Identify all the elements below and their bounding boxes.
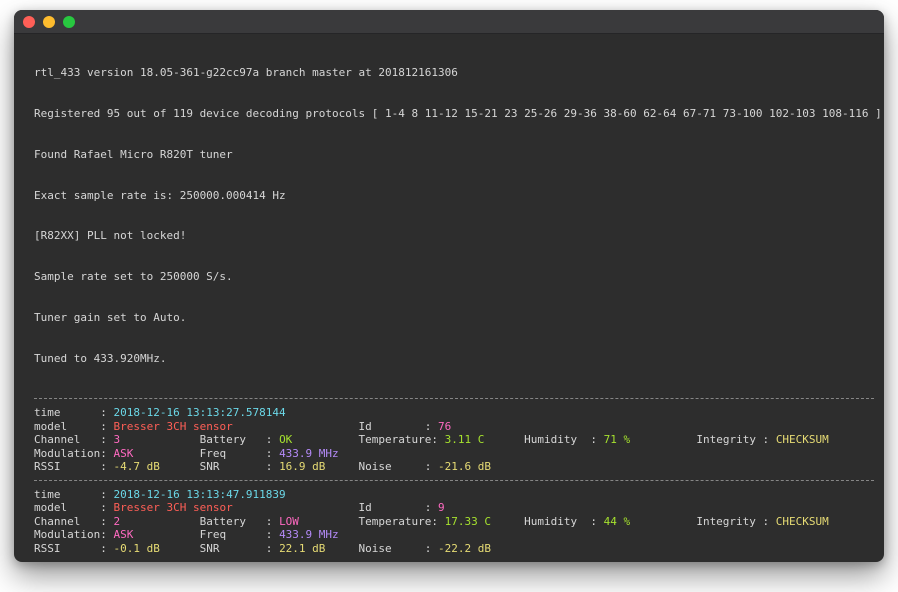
terminal-line: rtl_433 version 18.05-361-g22cc97a branc… [34, 66, 878, 80]
terminal-line: model : Bresser 3CH sensor Id : 9 [34, 501, 878, 515]
field-value: 433.9 MHz [279, 447, 339, 460]
field-value: Bresser 3CH sensor [113, 420, 232, 433]
field-label: Channel : [34, 515, 113, 528]
field-label: Humidity : [491, 515, 604, 528]
minimize-button[interactable] [43, 16, 55, 28]
record-separator [34, 392, 878, 406]
terminal-line: Tuned to 433.920MHz. [34, 352, 878, 366]
field-value: 71 % [604, 433, 631, 446]
terminal-line: Exact sample rate is: 250000.000414 Hz [34, 189, 878, 203]
field-label: Integrity : [630, 433, 776, 446]
field-value: OK [279, 433, 292, 446]
field-value: LOW [279, 515, 299, 528]
terminal-line: RSSI : -0.1 dB SNR : 22.1 dB Noise : -22… [34, 542, 878, 556]
field-label: RSSI : [34, 460, 113, 473]
field-label: Freq : [133, 528, 279, 541]
desktop-background: rtl_433 version 18.05-361-g22cc97a branc… [0, 0, 898, 592]
field-label: SNR : [160, 460, 279, 473]
field-value: ASK [113, 528, 133, 541]
close-button[interactable] [23, 16, 35, 28]
field-label: Channel : [34, 433, 113, 446]
field-label: Temperature: [292, 433, 444, 446]
field-label: time : [34, 406, 113, 419]
field-value: 2018-12-16 13:13:27.578144 [113, 406, 285, 419]
field-label: Integrity : [630, 515, 776, 528]
terminal-line: [R82XX] PLL not locked! [34, 229, 878, 243]
terminal-line: model : Bresser 3CH sensor Id : 76 [34, 420, 878, 434]
field-value: -0.1 dB [113, 542, 159, 555]
field-value: 433.9 MHz [279, 528, 339, 541]
field-value: -4.7 dB [113, 460, 159, 473]
record-separator [34, 556, 878, 561]
field-label: SNR : [160, 542, 279, 555]
field-label: Battery : [120, 515, 279, 528]
field-value: CHECKSUM [776, 433, 829, 446]
record-separator [34, 474, 878, 488]
field-value: CHECKSUM [776, 515, 829, 528]
field-value: 22.1 dB [279, 542, 325, 555]
terminal-line: Registered 95 out of 119 device decoding… [34, 107, 878, 121]
field-value: 76 [438, 420, 451, 433]
terminal-line: RSSI : -4.7 dB SNR : 16.9 dB Noise : -21… [34, 460, 878, 474]
terminal-line: Tuner gain set to Auto. [34, 311, 878, 325]
terminal-line: Channel : 3 Battery : OK Temperature: 3.… [34, 433, 878, 447]
field-label: Modulation: [34, 528, 113, 541]
field-label: model : [34, 420, 113, 433]
field-value: 3.11 C [445, 433, 485, 446]
field-value: Bresser 3CH sensor [113, 501, 232, 514]
field-value: -21.6 dB [438, 460, 491, 473]
terminal-line: Modulation: ASK Freq : 433.9 MHz [34, 528, 878, 542]
titlebar[interactable] [14, 10, 884, 34]
field-value: 17.33 C [445, 515, 491, 528]
field-label: Freq : [133, 447, 279, 460]
terminal-line: time : 2018-12-16 13:13:47.911839 [34, 488, 878, 502]
field-label: Noise : [325, 460, 438, 473]
field-label: RSSI : [34, 542, 113, 555]
terminal-line: time : 2018-12-16 13:13:27.578144 [34, 406, 878, 420]
field-label: Humidity : [484, 433, 603, 446]
field-label: Noise : [325, 542, 438, 555]
field-label: Modulation: [34, 447, 113, 460]
field-label: Temperature: [299, 515, 445, 528]
field-value: ASK [113, 447, 133, 460]
field-value: 44 % [604, 515, 631, 528]
terminal-line: Modulation: ASK Freq : 433.9 MHz [34, 447, 878, 461]
zoom-button[interactable] [63, 16, 75, 28]
field-value: 16.9 dB [279, 460, 325, 473]
terminal-line: Channel : 2 Battery : LOW Temperature: 1… [34, 515, 878, 529]
field-label: time : [34, 488, 113, 501]
field-value: 2018-12-16 13:13:47.911839 [113, 488, 285, 501]
terminal-line: Found Rafael Micro R820T tuner [34, 148, 878, 162]
terminal-content[interactable]: rtl_433 version 18.05-361-g22cc97a branc… [14, 34, 884, 561]
field-value: 9 [438, 501, 445, 514]
terminal-line: Sample rate set to 250000 S/s. [34, 270, 878, 284]
terminal-window: rtl_433 version 18.05-361-g22cc97a branc… [14, 10, 884, 562]
field-label: Id : [233, 501, 438, 514]
field-value: -22.2 dB [438, 542, 491, 555]
field-label: Id : [233, 420, 438, 433]
field-label: model : [34, 501, 113, 514]
field-label: Battery : [120, 433, 279, 446]
